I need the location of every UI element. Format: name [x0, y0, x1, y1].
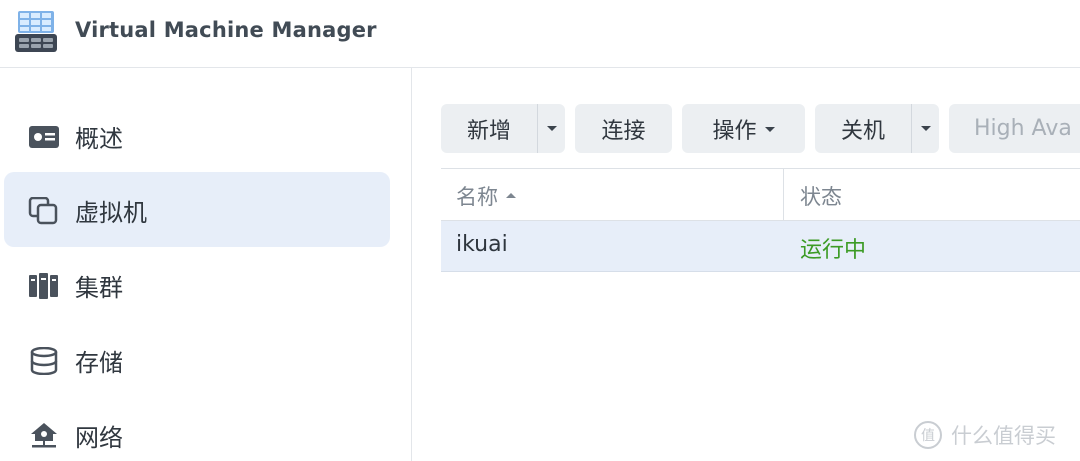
vm-name-cell: ikuai	[456, 232, 508, 257]
action-label: 操作	[712, 118, 757, 144]
network-icon	[31, 423, 57, 448]
sidebar-item-overview[interactable]: 概述	[4, 98, 390, 173]
column-header-name[interactable]: 名称	[456, 181, 516, 211]
create-dropdown-button[interactable]	[538, 104, 565, 153]
svg-text:值: 值	[921, 428, 935, 444]
app-title: Virtual Machine Manager	[75, 18, 377, 42]
sidebar-item-label: 网络	[75, 424, 123, 452]
sidebar: 概述 虚拟机 集群 存储 网络	[0, 68, 412, 461]
storage-database-icon	[30, 347, 58, 375]
shutdown-button[interactable]: 关机	[815, 104, 911, 153]
chevron-down-icon	[920, 126, 931, 131]
watermark-logo-icon: 值	[914, 421, 942, 449]
connect-button[interactable]: 连接	[575, 104, 672, 153]
sidebar-item-label: 虚拟机	[75, 199, 147, 227]
chevron-down-icon	[546, 126, 557, 131]
overview-card-icon	[29, 126, 59, 148]
shutdown-dropdown-button[interactable]	[912, 104, 939, 153]
connect-label: 连接	[601, 118, 646, 144]
create-button[interactable]: 新增	[441, 104, 537, 153]
watermark-text: 什么值得买	[951, 424, 1056, 448]
column-header-status[interactable]: 状态	[800, 181, 842, 211]
sidebar-item-virtual-machine[interactable]: 虚拟机	[4, 172, 390, 247]
high-availability-button[interactable]: High Ava	[949, 104, 1080, 153]
virtual-machine-icon	[28, 197, 58, 225]
sidebar-item-cluster[interactable]: 集群	[4, 247, 390, 322]
cluster-icon	[29, 273, 58, 299]
create-split-button: 新增	[441, 104, 565, 153]
high-availability-label: High Ava	[974, 116, 1072, 141]
column-divider[interactable]	[783, 169, 784, 221]
vm-status-cell: 运行中	[800, 238, 867, 263]
title-bar: Virtual Machine Manager	[0, 0, 1080, 68]
sidebar-item-label: 存储	[75, 349, 123, 377]
sidebar-item-storage[interactable]: 存储	[4, 322, 390, 397]
table-row[interactable]: ikuai 运行中	[441, 221, 1080, 272]
main-panel: 新增 连接 操作 关机 High Ava 名称 状态 ikuai 运行中	[413, 68, 1080, 461]
sort-ascending-icon	[506, 192, 516, 198]
table-header: 名称 状态	[441, 168, 1080, 221]
sidebar-item-network[interactable]: 网络	[4, 397, 390, 461]
shutdown-split-button: 关机	[815, 104, 939, 153]
sidebar-item-label: 集群	[75, 274, 123, 302]
chevron-down-icon	[764, 127, 775, 132]
vmm-server-icon	[15, 11, 57, 52]
action-dropdown-button[interactable]: 操作	[682, 104, 805, 153]
sidebar-item-label: 概述	[75, 125, 123, 153]
watermark: 值 什么值得买	[913, 418, 1056, 452]
